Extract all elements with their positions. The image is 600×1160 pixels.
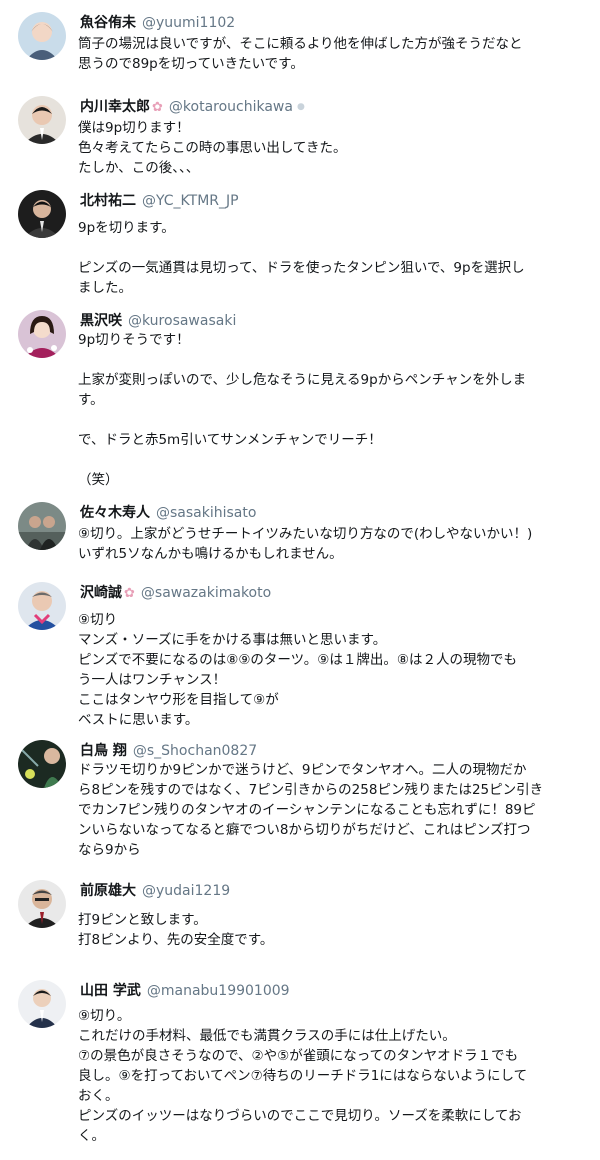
flower-badge-icon: ✿ (152, 100, 163, 115)
dot-icon: ● (296, 102, 305, 112)
avatar[interactable] (18, 980, 66, 1028)
post-text: 筒子の場況は良いですが、そこに頼るより他を伸ばした方が強そうだなと 思うので89… (78, 36, 523, 72)
post-text: 9pを切ります。 ピンズの一気通貫は見切って、ドラを使ったタンピン狙いで、9pを… (78, 220, 525, 296)
author-line: 北村祐二 @YC_KTMR_JP (80, 190, 239, 212)
user-handle[interactable]: @manabu19901009 (147, 983, 290, 999)
display-name[interactable]: 内川幸太郎 (80, 99, 150, 115)
user-handle[interactable]: @kurosawasaki (128, 313, 236, 329)
display-name[interactable]: 山田 学武 (80, 983, 141, 999)
avatar[interactable] (18, 502, 66, 550)
user-handle[interactable]: @yuumi1102 (142, 15, 235, 31)
display-name[interactable]: 佐々木寿人 (80, 505, 150, 521)
avatar[interactable] (18, 96, 66, 144)
post-text: ⑨切り マンズ・ソーズに手をかける事は無いと思います。 ピンズで不要になるのは⑧… (78, 612, 517, 728)
display-name[interactable]: 北村祐二 (80, 193, 136, 209)
author-line: 白鳥 翔 @s_Shochan0827 (80, 740, 257, 762)
display-name[interactable]: 黒沢咲 (80, 313, 122, 329)
author-line: 山田 学武 @manabu19901009 (80, 980, 290, 1002)
user-handle[interactable]: @YC_KTMR_JP (142, 193, 239, 209)
avatar[interactable] (18, 12, 66, 60)
avatar[interactable] (18, 310, 66, 358)
author-line: 魚谷侑未 @yuumi1102 (80, 12, 235, 34)
author-line: 佐々木寿人 @sasakihisato (80, 502, 256, 524)
user-handle[interactable]: @s_Shochan0827 (133, 743, 257, 759)
flower-badge-icon: ✿ (124, 586, 135, 601)
author-line: 前原雄大 @yudai1219 (80, 880, 230, 902)
avatar[interactable] (18, 740, 66, 788)
author-line: 内川幸太郎 ✿ @kotarouchikawa ● (80, 96, 305, 118)
post-text: 打9ピンと致します。 打8ピンより、先の安全度です。 (78, 912, 274, 948)
post-text: ⑨切り。上家がどうせチートイツみたいな切り方なので(わしやないかい！) いずれ5… (78, 526, 533, 562)
display-name[interactable]: 魚谷侑未 (80, 15, 136, 31)
author-line: 沢崎誠 ✿ @sawazakimakoto (80, 582, 271, 604)
post-text: ⑨切り。 これだけの手材料、最低でも満貫クラスの手には仕上げたい。 ⑦の景色が良… (78, 1008, 528, 1144)
avatar[interactable] (18, 190, 66, 238)
post-text: 9p切りそうです！ 上家が変則っぽいので、少し危なそうに見える9pからペンチャン… (78, 332, 527, 488)
user-handle[interactable]: @yudai1219 (142, 883, 230, 899)
avatar[interactable] (18, 582, 66, 630)
post-text: ドラツモ切りか9ピンかで迷うけど、9ピンでタンヤオへ。二人の現物だか ら8ピンを… (78, 762, 544, 858)
display-name[interactable]: 沢崎誠 (80, 585, 122, 601)
display-name[interactable]: 前原雄大 (80, 883, 136, 899)
author-line: 黒沢咲 @kurosawasaki (80, 310, 236, 332)
display-name[interactable]: 白鳥 翔 (80, 743, 127, 759)
avatar[interactable] (18, 880, 66, 928)
user-handle[interactable]: @kotarouchikawa (169, 99, 293, 115)
user-handle[interactable]: @sasakihisato (156, 505, 256, 521)
user-handle[interactable]: @sawazakimakoto (141, 585, 271, 601)
post-text: 僕は9p切ります！ 色々考えてたらこの時の事思い出してきた。 たしか、この後、、… (78, 120, 347, 176)
